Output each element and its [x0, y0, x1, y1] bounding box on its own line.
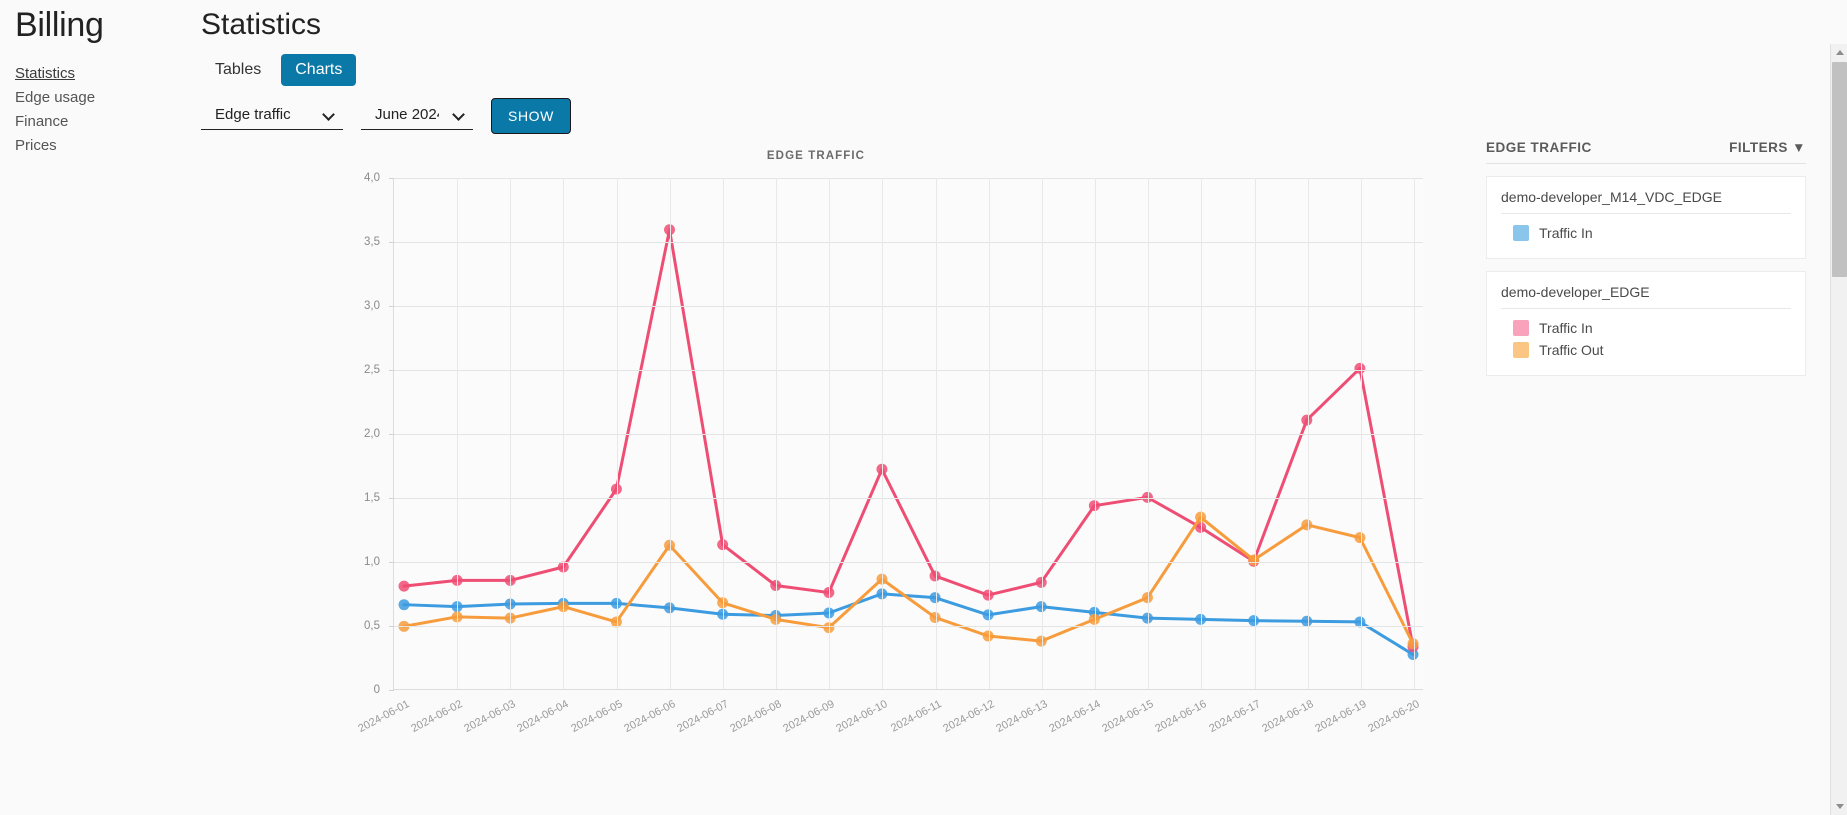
gridline-vertical — [776, 178, 778, 689]
y-axis-tick-label: 1,5 — [364, 492, 380, 504]
legend-item-label: Traffic Out — [1539, 342, 1604, 358]
sidebar-item-edge-usage[interactable]: Edge usage — [15, 86, 95, 110]
gridline-horizontal — [394, 434, 1423, 435]
y-axis-tick-mark — [389, 306, 394, 307]
gridline-vertical — [1095, 178, 1097, 689]
gridline-vertical — [882, 178, 884, 689]
chart-data-point[interactable] — [398, 599, 410, 611]
legend-panel: EDGE TRAFFIC FILTERS ▼ demo-developer_M1… — [1486, 140, 1806, 376]
scroll-up-button[interactable] — [1831, 44, 1847, 61]
vertical-scrollbar[interactable] — [1830, 44, 1847, 815]
app-root: Billing Statistics Edge usage Finance Pr… — [0, 0, 1847, 815]
chart-data-point[interactable] — [398, 580, 410, 592]
gridline-vertical — [988, 178, 990, 689]
legend-group-card: demo-developer_M14_VDC_EDGE Traffic In — [1486, 176, 1806, 259]
gridline-vertical — [457, 178, 459, 689]
y-axis-tick-mark — [389, 242, 394, 243]
show-button[interactable]: SHOW — [491, 98, 571, 134]
main-content: Statistics Tables Charts Edge trafficEdg… — [196, 0, 1847, 815]
gridline-vertical — [510, 178, 512, 689]
gridline-horizontal — [394, 306, 1423, 307]
scrollbar-thumb[interactable] — [1832, 62, 1847, 277]
gridline-vertical — [1041, 178, 1043, 689]
gridline-horizontal — [394, 242, 1423, 243]
page-title: Statistics — [201, 8, 322, 41]
y-axis-tick-mark — [389, 434, 394, 435]
legend-color-swatch — [1513, 342, 1529, 358]
legend-color-swatch — [1513, 225, 1529, 241]
sidebar-item-statistics[interactable]: Statistics — [15, 62, 75, 86]
period-select-wrap: June 2024May 2024April 2024March 2024 — [361, 102, 473, 130]
legend-group-title: demo-developer_M14_VDC_EDGE — [1501, 189, 1791, 214]
chart-controls: Edge trafficEdge requestsOrigin trafficS… — [201, 98, 571, 134]
chevron-down-icon: ▼ — [1792, 140, 1806, 155]
gridline-vertical — [935, 178, 937, 689]
gridline-horizontal — [394, 370, 1423, 371]
sidebar-item-prices[interactable]: Prices — [15, 134, 57, 158]
gridline-vertical — [722, 178, 724, 689]
gridline-vertical — [1360, 178, 1362, 689]
legend-color-swatch — [1513, 320, 1529, 336]
metric-select-wrap: Edge trafficEdge requestsOrigin trafficS… — [201, 102, 343, 130]
legend-item[interactable]: Traffic Out — [1501, 339, 1791, 361]
chart-title: EDGE TRAFFIC — [766, 150, 866, 162]
sidebar-nav: Statistics Edge usage Finance Prices — [15, 62, 185, 158]
chart-panel: EDGE TRAFFIC 0 0,5 1,0 1,5 2,0 2,5 3,0 3,5 4,0 20… — [166, 150, 1466, 760]
chart-plot-area: 0 0,5 1,0 1,5 2,0 2,5 3,0 3,5 4,0 2024-06-01 2024-… — [356, 172, 1423, 735]
brand-title: Billing — [15, 6, 104, 44]
y-axis-tick-mark — [389, 178, 394, 179]
view-tabs: Tables Charts — [201, 54, 357, 86]
tab-tables[interactable]: Tables — [201, 54, 275, 86]
gridline-vertical — [669, 178, 671, 689]
y-axis-tick-mark — [389, 498, 394, 499]
gridline-vertical — [616, 178, 618, 689]
legend-group-card: demo-developer_EDGE Traffic In Traffic O… — [1486, 271, 1806, 376]
legend-item-label: Traffic In — [1539, 225, 1593, 241]
metric-select[interactable]: Edge trafficEdge requestsOrigin trafficS… — [201, 102, 343, 130]
y-axis-tick-mark — [389, 690, 394, 691]
y-axis-tick-label: 0,5 — [364, 620, 380, 632]
filters-button[interactable]: FILTERS ▼ — [1729, 140, 1806, 155]
y-axis-tick-label: 2,5 — [364, 364, 380, 376]
period-select[interactable]: June 2024May 2024April 2024March 2024 — [361, 102, 473, 130]
gridline-horizontal — [394, 562, 1423, 563]
y-axis-tick-label: 3,0 — [364, 300, 380, 312]
legend-item-label: Traffic In — [1539, 320, 1593, 336]
triangle-down-icon — [1835, 804, 1844, 809]
y-axis-tick-label: 0 — [373, 684, 380, 696]
y-axis-tick-label: 2,0 — [364, 428, 380, 440]
chart-line-series — [402, 592, 1415, 657]
gridline-vertical — [1201, 178, 1203, 689]
sidebar-item-finance[interactable]: Finance — [15, 110, 68, 134]
gridline-vertical — [563, 178, 565, 689]
gridline-vertical — [829, 178, 831, 689]
y-axis-tick-mark — [389, 370, 394, 371]
legend-header: EDGE TRAFFIC FILTERS ▼ — [1486, 140, 1806, 164]
gridline-vertical — [1148, 178, 1150, 689]
y-axis-tick-mark — [389, 562, 394, 563]
chart-line-series — [402, 228, 1415, 649]
y-axis-tick-label: 4,0 — [364, 172, 380, 184]
filters-label: FILTERS — [1729, 140, 1788, 155]
y-axis-tick-mark — [389, 626, 394, 627]
gridline-horizontal — [394, 626, 1423, 627]
legend-item[interactable]: Traffic In — [1501, 222, 1791, 244]
gridline-vertical — [1254, 178, 1256, 689]
scroll-down-button[interactable] — [1831, 798, 1847, 815]
y-axis-tick-label: 1,0 — [364, 556, 380, 568]
tab-charts[interactable]: Charts — [281, 54, 357, 86]
y-axis-tick-label: 3,5 — [364, 236, 380, 248]
gridline-vertical — [1307, 178, 1309, 689]
legend-group-title: demo-developer_EDGE — [1501, 284, 1791, 309]
gridline-vertical — [1414, 178, 1415, 689]
gridline-horizontal — [394, 498, 1423, 499]
legend-item[interactable]: Traffic In — [1501, 317, 1791, 339]
gridline-horizontal — [394, 178, 1423, 179]
chart-data-point[interactable] — [1407, 638, 1419, 650]
triangle-up-icon — [1835, 50, 1844, 55]
legend-heading: EDGE TRAFFIC — [1486, 140, 1592, 155]
